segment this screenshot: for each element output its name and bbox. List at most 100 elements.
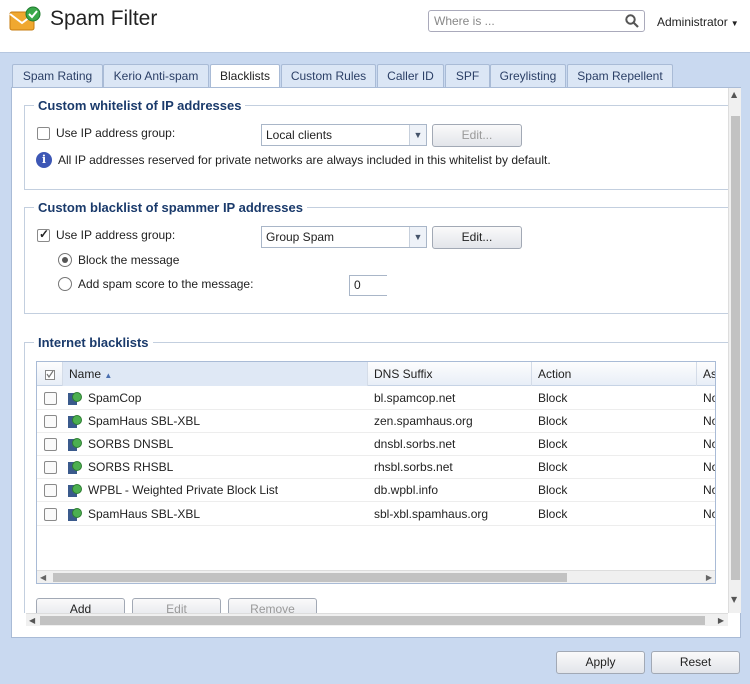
user-name: Administrator bbox=[657, 15, 728, 29]
spam-score-input[interactable]: 0 bbox=[349, 275, 387, 296]
edit-button[interactable]: Edit bbox=[132, 598, 221, 613]
tab-custom-rules[interactable]: Custom Rules bbox=[281, 64, 376, 88]
remove-button[interactable]: Remove bbox=[228, 598, 317, 613]
add-score-option[interactable]: Add spam score to the message: bbox=[58, 277, 253, 291]
whitelist-group-value: Local clients bbox=[266, 128, 333, 142]
add-score-label: Add spam score to the message: bbox=[78, 277, 254, 291]
row-name: SpamHaus SBL-XBL bbox=[88, 414, 201, 428]
chevron-down-icon[interactable]: ▼ bbox=[409, 125, 426, 145]
whitelist-info: i All IP addresses reserved for private … bbox=[36, 152, 551, 168]
whitelist-legend: Custom whitelist of IP addresses bbox=[38, 98, 242, 113]
row-action: Block bbox=[538, 391, 568, 405]
scroll-right-icon[interactable]: ▶ bbox=[718, 614, 724, 627]
column-dns-suffix[interactable]: DNS Suffix bbox=[368, 362, 532, 386]
info-icon: i bbox=[36, 152, 52, 168]
select-all-checkbox[interactable] bbox=[37, 362, 63, 386]
scroll-left-icon[interactable]: ◀ bbox=[40, 571, 46, 583]
row-as: No bbox=[703, 414, 715, 428]
apply-button[interactable]: Apply bbox=[556, 651, 645, 674]
table-row[interactable]: SORBS DNSBL dnsbl.sorbs.net Block No bbox=[37, 433, 715, 456]
table-row[interactable]: SpamHaus SBL-XBL zen.spamhaus.org Block … bbox=[37, 410, 715, 433]
user-menu[interactable]: Administrator ▼ bbox=[657, 15, 739, 29]
whitelist-info-text: All IP addresses reserved for private ne… bbox=[58, 153, 551, 167]
scroll-up-icon[interactable]: ▲ bbox=[731, 90, 737, 99]
server-globe-icon bbox=[68, 461, 82, 474]
column-name[interactable]: Name ▲ bbox=[63, 362, 368, 386]
blacklist-legend: Custom blacklist of spammer IP addresses bbox=[38, 200, 303, 215]
row-action: Block bbox=[538, 414, 568, 428]
row-dns-suffix: zen.spamhaus.org bbox=[374, 414, 473, 428]
blacklist-use-group[interactable]: Use IP address group: bbox=[37, 227, 176, 242]
row-name: SpamCop bbox=[88, 391, 142, 405]
row-name: SORBS RHSBL bbox=[88, 460, 174, 474]
blacklist-use-group-label: Use IP address group: bbox=[56, 228, 176, 242]
table-horizontal-scrollbar[interactable]: ◀ ▶ bbox=[37, 570, 715, 583]
scroll-thumb[interactable] bbox=[53, 573, 567, 582]
blacklist-group-select[interactable]: Group Spam ▼ bbox=[261, 226, 427, 248]
column-name-label: Name bbox=[69, 367, 102, 381]
column-action[interactable]: Action bbox=[532, 362, 697, 386]
search-input[interactable] bbox=[429, 11, 619, 31]
search-box[interactable] bbox=[428, 10, 645, 32]
row-as: No bbox=[703, 437, 715, 451]
blacklist-use-group-checkbox[interactable] bbox=[37, 227, 50, 242]
row-dns-suffix: db.wpbl.info bbox=[374, 483, 439, 497]
table-row[interactable]: WPBL - Weighted Private Block List db.wp… bbox=[37, 479, 715, 502]
row-name: SpamHaus SBL-XBL bbox=[88, 507, 201, 521]
search-icon[interactable] bbox=[625, 14, 639, 28]
tab-kerio-anti-spam[interactable]: Kerio Anti-spam bbox=[103, 64, 209, 88]
sort-ascending-icon: ▲ bbox=[104, 371, 113, 380]
whitelist-use-group[interactable]: Use IP address group: bbox=[37, 126, 175, 140]
tab-greylisting[interactable]: Greylisting bbox=[490, 64, 566, 88]
row-action: Block bbox=[538, 483, 568, 497]
scroll-right-icon[interactable]: ▶ bbox=[706, 571, 712, 583]
row-dns-suffix: dnsbl.sorbs.net bbox=[374, 437, 456, 451]
column-as[interactable]: As bbox=[697, 362, 715, 386]
tab-spf[interactable]: SPF bbox=[445, 64, 490, 88]
row-checkbox[interactable] bbox=[44, 461, 57, 474]
panel-vertical-scrollbar[interactable]: ▲ ▼ bbox=[728, 88, 741, 613]
tab-spam-repellent[interactable]: Spam Repellent bbox=[567, 64, 673, 88]
reset-button[interactable]: Reset bbox=[651, 651, 740, 674]
row-as: No bbox=[703, 507, 715, 521]
add-score-radio[interactable] bbox=[58, 277, 72, 291]
row-dns-suffix: rhsbl.sorbs.net bbox=[374, 460, 453, 474]
add-button[interactable]: Add bbox=[36, 598, 125, 613]
block-message-label: Block the message bbox=[78, 253, 180, 267]
scroll-left-icon[interactable]: ◀ bbox=[29, 614, 35, 627]
server-globe-icon bbox=[68, 392, 82, 405]
row-checkbox[interactable] bbox=[44, 484, 57, 497]
tab-caller-id[interactable]: Caller ID bbox=[377, 64, 444, 88]
scroll-down-icon[interactable]: ▼ bbox=[731, 595, 737, 604]
server-globe-icon bbox=[68, 484, 82, 497]
table-row[interactable]: SpamHaus SBL-XBL sbl-xbl.spamhaus.org Bl… bbox=[37, 503, 715, 526]
row-dns-suffix: sbl-xbl.spamhaus.org bbox=[374, 507, 489, 521]
whitelist-edit-button[interactable]: Edit... bbox=[432, 124, 522, 147]
whitelist-group-select[interactable]: Local clients ▼ bbox=[261, 124, 427, 146]
whitelist-use-group-checkbox[interactable] bbox=[37, 126, 50, 140]
row-name: WPBL - Weighted Private Block List bbox=[88, 483, 279, 497]
chevron-down-icon[interactable]: ▼ bbox=[409, 227, 426, 247]
server-globe-icon bbox=[68, 438, 82, 451]
row-checkbox[interactable] bbox=[44, 438, 57, 451]
scroll-thumb[interactable] bbox=[40, 616, 705, 625]
blacklist-group-value: Group Spam bbox=[266, 230, 335, 244]
scroll-thumb[interactable] bbox=[731, 116, 740, 580]
row-checkbox[interactable] bbox=[44, 392, 57, 405]
row-checkbox[interactable] bbox=[44, 415, 57, 428]
block-message-option[interactable]: Block the message bbox=[58, 253, 179, 267]
app-header: Spam Filter Administrator▼ bbox=[0, 0, 750, 53]
row-as: No bbox=[703, 391, 715, 405]
spam-filter-icon bbox=[9, 6, 41, 31]
row-as: No bbox=[703, 460, 715, 474]
blacklist-edit-button[interactable]: Edit... bbox=[432, 226, 522, 249]
row-checkbox[interactable] bbox=[44, 508, 57, 521]
tab-spam-rating[interactable]: Spam Rating bbox=[12, 64, 103, 88]
table-row[interactable]: SORBS RHSBL rhsbl.sorbs.net Block No bbox=[37, 456, 715, 479]
panel-horizontal-scrollbar[interactable]: ◀ ▶ bbox=[26, 613, 728, 626]
block-message-radio[interactable] bbox=[58, 253, 72, 267]
table-row[interactable]: SpamCop bl.spamcop.net Block No bbox=[37, 387, 715, 410]
row-dns-suffix: bl.spamcop.net bbox=[374, 391, 456, 405]
server-globe-icon bbox=[68, 508, 82, 521]
tab-blacklists[interactable]: Blacklists bbox=[210, 64, 280, 89]
